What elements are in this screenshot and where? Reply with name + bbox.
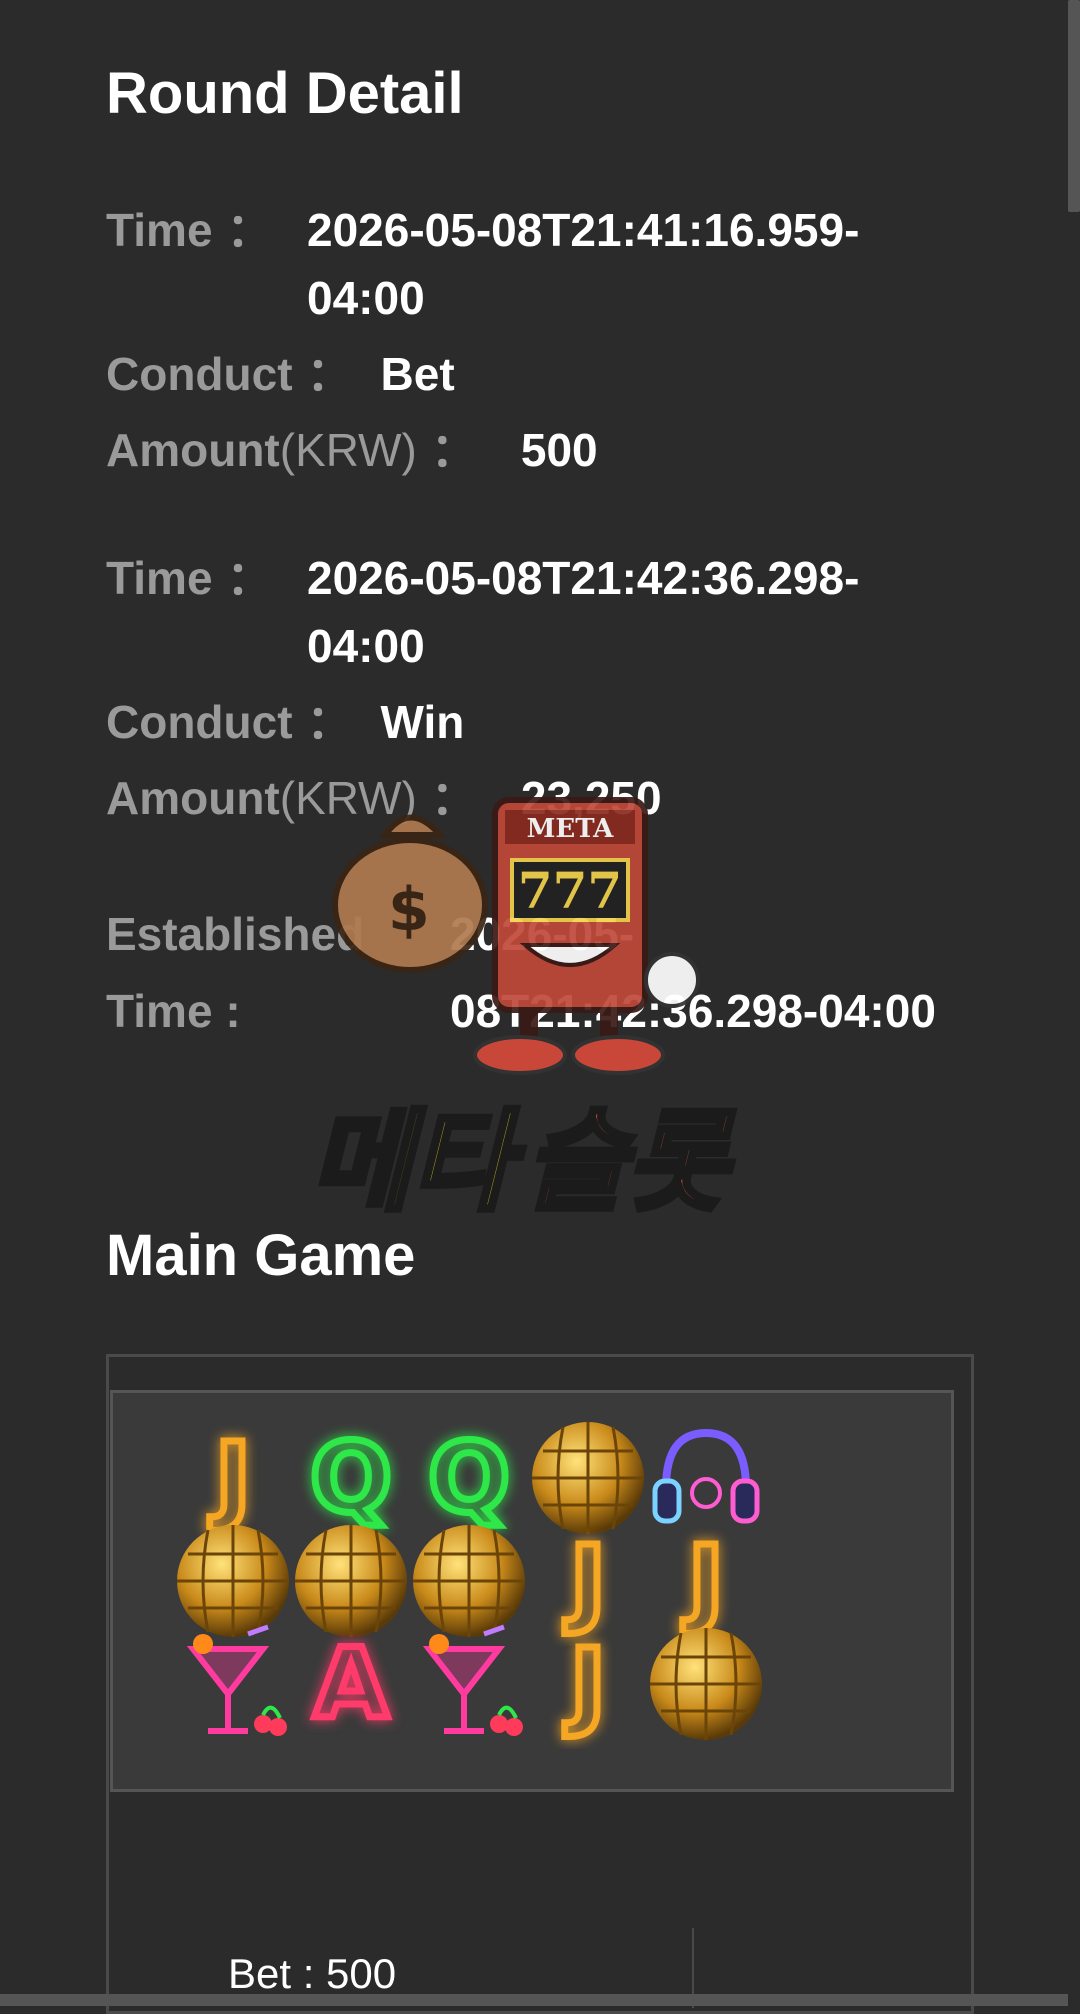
svg-text:META: META — [527, 814, 615, 844]
svg-text:J: J — [564, 1628, 606, 1740]
svg-text:슬롯: 슬롯 — [525, 1098, 735, 1226]
colon: ： — [306, 696, 353, 748]
record-2-time-line1: 2026-05-08T21:42:36.298- — [307, 552, 860, 604]
time-label: Time — [106, 552, 213, 604]
slot-machine-mascot-icon: $ META 777 메타 슬롯 — [308, 797, 738, 1229]
svg-text:A: A — [314, 1628, 388, 1740]
record-1-amount-value: 500 — [520, 424, 598, 476]
colon: ： — [226, 552, 273, 604]
conduct-label: Conduct — [106, 348, 293, 400]
record-2-conduct-value: Win — [380, 696, 465, 748]
colon: ： — [306, 348, 353, 400]
meta-slot-watermark-logo: $ META 777 메타 슬롯 — [300, 780, 780, 1240]
svg-text:777: 777 — [518, 861, 622, 920]
amount-label: Amount(KRW) — [106, 424, 417, 476]
record-1-time-line2: 04:00 — [307, 272, 425, 324]
record-1-time-value: 2026-05-08T21:41:16.959- 04:00 — [307, 196, 947, 332]
reel-symbol-disco-ball-icon — [631, 1619, 781, 1749]
record-2-time-line2: 04:00 — [307, 620, 425, 672]
colon: ： — [430, 424, 477, 476]
scrollbar-track[interactable] — [1068, 0, 1080, 2006]
horizontal-scrollbar[interactable] — [0, 1994, 1068, 2006]
bet-line: Bet : 500 — [228, 1950, 397, 1997]
record-1-time-line1: 2026-05-08T21:41:16.959- — [307, 204, 860, 256]
svg-text:$: $ — [388, 875, 430, 945]
record-1-conduct-row: Conduct ： Bet — [106, 340, 455, 408]
main-game-title: Main Game — [106, 1223, 416, 1288]
reel-grid: JQQJJAJ — [110, 1390, 954, 1792]
time-label: Time — [106, 204, 213, 256]
scrollbar-thumb[interactable] — [1068, 0, 1080, 212]
record-1-amount-row: Amount(KRW) ： 500 — [106, 416, 598, 484]
record-2-conduct-row: Conduct ： Win — [106, 688, 464, 756]
svg-text:메타: 메타 — [310, 1098, 525, 1226]
record-2-time-value: 2026-05-08T21:42:36.298- 04:00 — [307, 544, 947, 680]
conduct-label: Conduct — [106, 696, 293, 748]
colon: ： — [226, 204, 273, 256]
record-1-time-row: Time ： 2026-05-08T21:41:16.959- 04:00 — [106, 196, 859, 324]
record-2-time-row: Time ： 2026-05-08T21:42:36.298- 04:00 — [106, 544, 859, 672]
record-1-conduct-value: Bet — [380, 348, 455, 400]
page-title: Round Detail — [106, 61, 464, 126]
